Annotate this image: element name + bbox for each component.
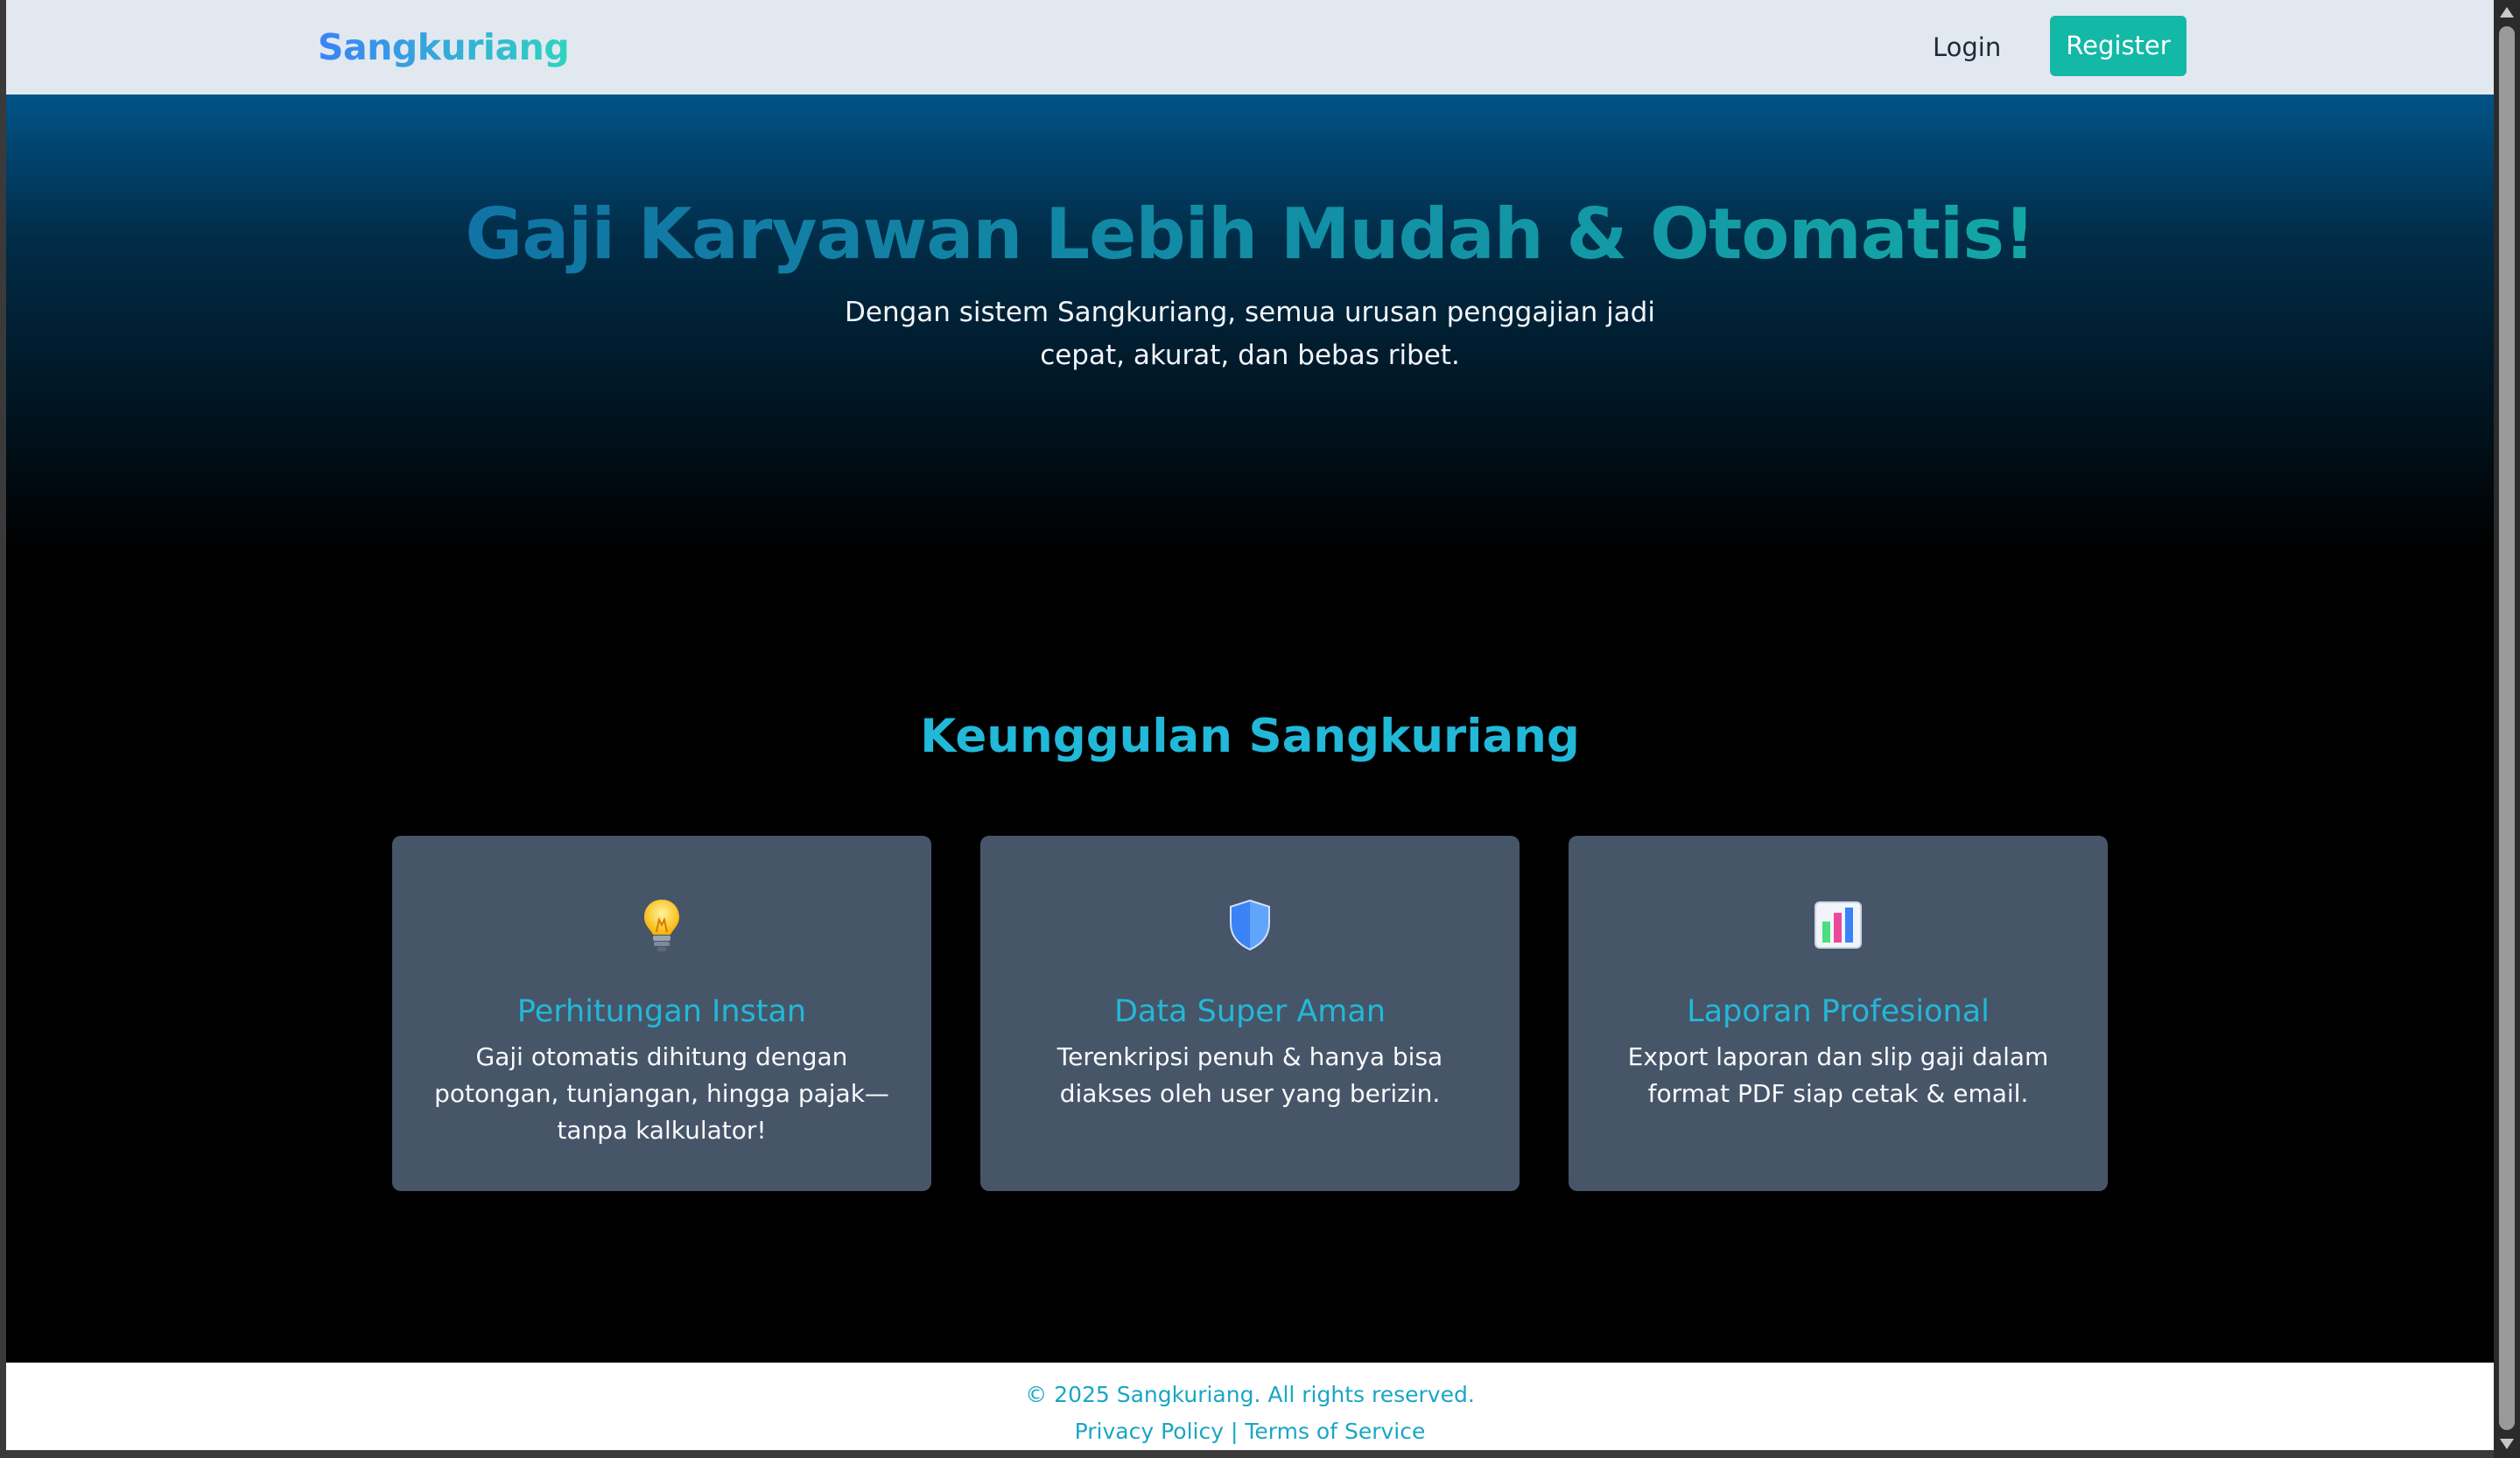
footer-links: Privacy Policy | Terms of Service <box>6 1415 2494 1448</box>
scrollbar-thumb[interactable] <box>2499 26 2515 1430</box>
features-title: Keunggulan Sangkuriang <box>920 710 1580 763</box>
login-link[interactable]: Login <box>1933 23 2001 72</box>
terms-of-service-link[interactable]: Terms of Service <box>1245 1419 1425 1444</box>
navbar: Sangkuriang Login Register <box>6 0 2494 95</box>
feature-card-title: Perhitungan Instan <box>516 994 807 1029</box>
register-button[interactable]: Register <box>2050 16 2187 76</box>
lightbulb-icon <box>392 890 931 960</box>
scroll-down-arrow-icon[interactable] <box>2500 1439 2514 1449</box>
hero-subtitle: Dengan sistem Sangkuriang, semua urusan … <box>845 297 1655 371</box>
vertical-scrollbar[interactable] <box>2494 0 2520 1458</box>
privacy-policy-link[interactable]: Privacy Policy <box>1075 1419 1224 1444</box>
hero-section: Gaji Karyawan Lebih Mudah & Otomatis! De… <box>6 95 2494 550</box>
hero-title-text: Gaji Karyawan Lebih Mudah & Otomatis! <box>465 193 2036 275</box>
feature-card-text: Terenkripsi penuh & hanya bisa diakses o… <box>1056 1042 1443 1108</box>
footer-separator: | <box>1230 1419 1239 1444</box>
feature-card-reports: Laporan Profesional Export laporan dan s… <box>1569 836 2108 1191</box>
shield-icon <box>980 890 1520 960</box>
feature-card-title: Data Super Aman <box>1113 994 1386 1029</box>
feature-card-secure: Data Super Aman Terenkripsi penuh & hany… <box>980 836 1520 1191</box>
window-bottom-edge <box>0 1450 2494 1458</box>
copyright-text: © 2025 Sangkuriang. All rights reserved. <box>1025 1382 1475 1407</box>
feature-card-title: Laporan Profesional <box>1687 994 1990 1029</box>
scroll-up-arrow-icon[interactable] <box>2500 7 2514 18</box>
footer: © 2025 Sangkuriang. All rights reserved.… <box>6 1363 2494 1450</box>
bar-chart-icon <box>1569 890 2108 960</box>
brand-logo[interactable]: Sangkuriang <box>318 21 570 74</box>
feature-card-text: Gaji otomatis dihitung dengan potongan, … <box>434 1042 889 1145</box>
page-viewport: Sangkuriang Login Register Gaji Karyawan… <box>6 0 2494 1450</box>
feature-card-instant: Perhitungan Instan Gaji otomatis dihitun… <box>392 836 931 1191</box>
feature-card-text: Export laporan dan slip gaji dalam forma… <box>1627 1042 2049 1108</box>
hero-title: Gaji Karyawan Lebih Mudah & Otomatis! <box>6 191 2494 278</box>
